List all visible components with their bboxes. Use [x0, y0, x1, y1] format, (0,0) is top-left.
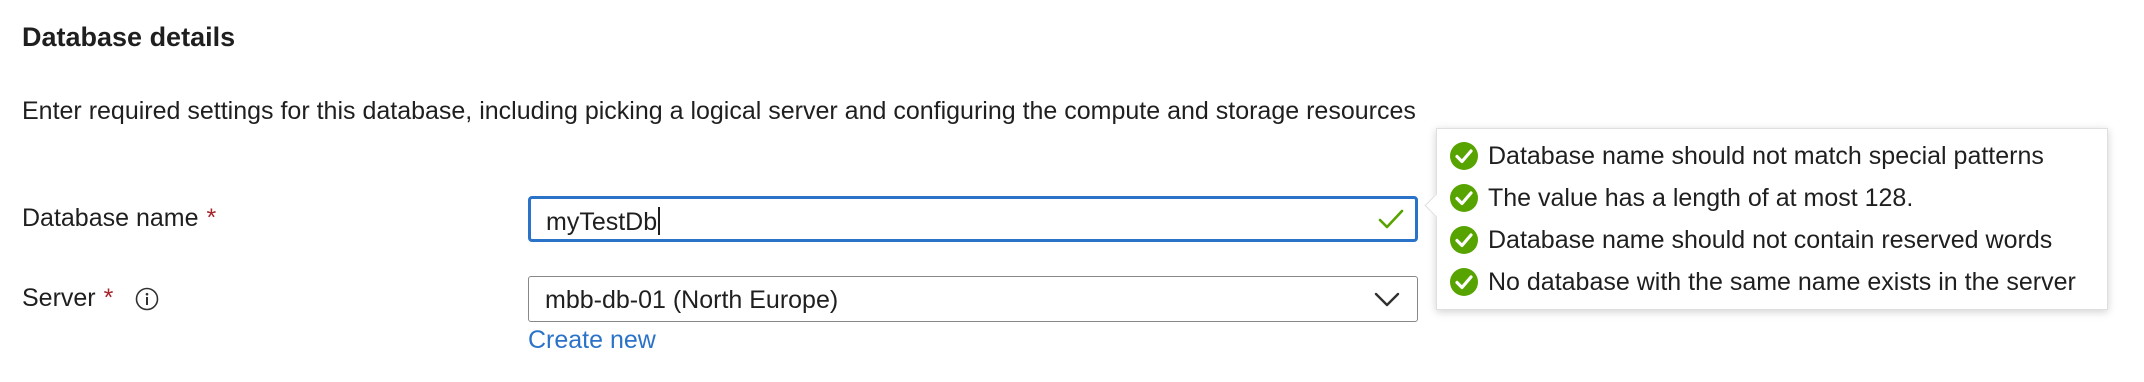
create-new-link[interactable]: Create new	[528, 326, 656, 355]
section-description: Enter required settings for this databas…	[22, 97, 1416, 125]
info-icon[interactable]	[135, 287, 159, 311]
validation-rule: Database name should not contain reserve…	[1449, 225, 2052, 255]
validation-rule-text: No database with the same name exists in…	[1488, 267, 2076, 296]
success-check-circle-icon	[1450, 184, 1478, 212]
section-title: Database details	[22, 22, 236, 52]
success-check-circle-icon	[1450, 142, 1478, 170]
required-marker: *	[103, 284, 114, 312]
success-check-circle-icon	[1450, 226, 1478, 254]
required-marker: *	[206, 204, 217, 232]
text-caret	[658, 207, 661, 235]
validation-rule-text: Database name should not contain reserve…	[1488, 225, 2053, 254]
validation-rule: The value has a length of at most 128.	[1449, 183, 1913, 213]
database-name-value[interactable]: myTestDb	[546, 207, 661, 237]
chevron-down-icon[interactable]	[1373, 287, 1401, 311]
database-name-label-text: Database name	[22, 204, 199, 232]
database-name-label: Database name *	[22, 204, 216, 233]
validation-rule-text: Database name should not match special p…	[1488, 141, 2044, 170]
server-label-text: Server	[22, 284, 96, 312]
server-select[interactable]: mbb-db-01 (North Europe)	[528, 276, 1418, 322]
database-name-input[interactable]: myTestDb	[528, 196, 1418, 242]
server-selected-value: mbb-db-01 (North Europe)	[545, 286, 839, 314]
server-label: Server *	[22, 284, 159, 313]
validation-callout: Database name should not match special p…	[1424, 128, 2108, 310]
validation-rule: Database name should not match special p…	[1449, 141, 2044, 171]
callout-beak	[1424, 193, 1449, 218]
validation-rule-text: The value has a length of at most 128.	[1488, 183, 1914, 212]
validation-rule: No database with the same name exists in…	[1449, 267, 2076, 297]
success-check-circle-icon	[1450, 268, 1478, 296]
checkmark-icon	[1378, 209, 1404, 229]
